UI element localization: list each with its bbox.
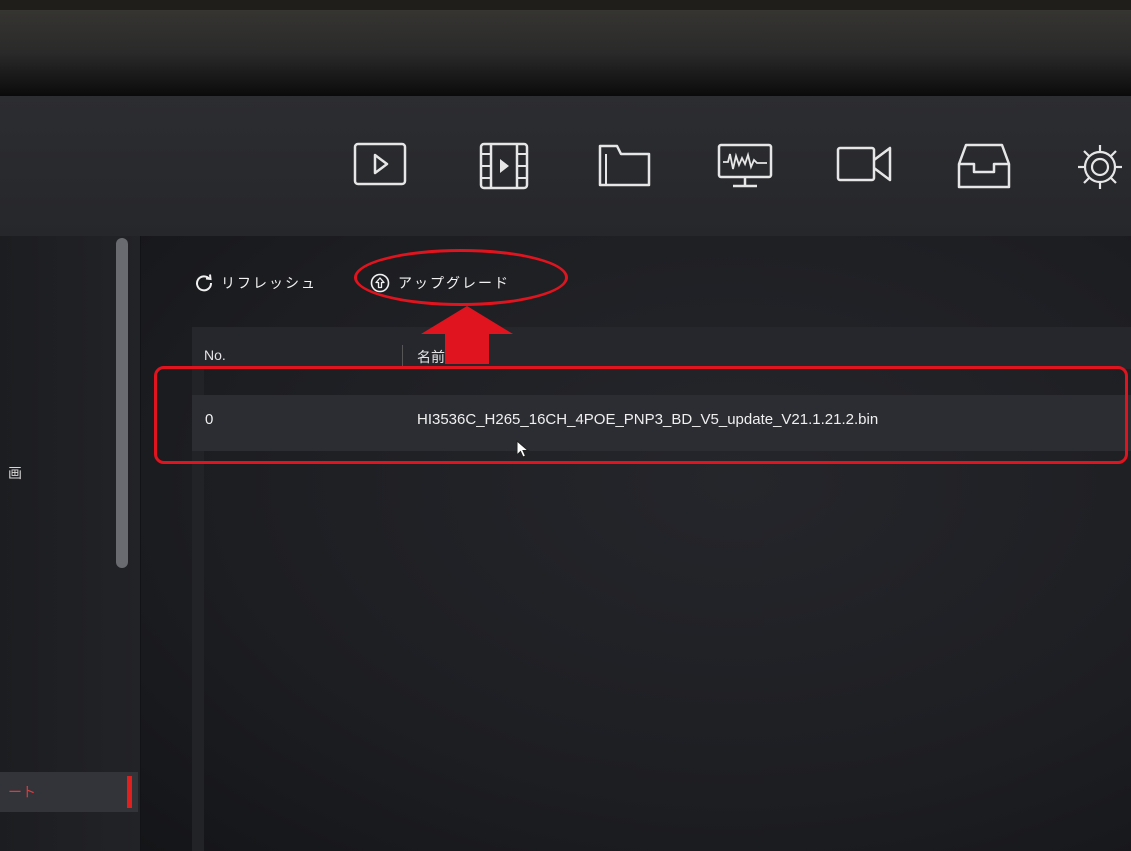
sidebar-item-active-label: ート [8, 784, 36, 800]
annotation-ellipse [354, 249, 568, 306]
folder-icon[interactable] [597, 142, 653, 188]
inbox-icon[interactable] [956, 142, 1012, 190]
annotation-rectangle [154, 366, 1128, 464]
bezel-edge [0, 0, 1131, 10]
playback-icon[interactable] [353, 142, 407, 186]
monitor-icon[interactable] [716, 142, 774, 190]
sidebar-item-active[interactable]: ート [0, 772, 138, 812]
annotation-up-arrow-icon [421, 306, 513, 364]
sidebar-item-partial[interactable]: 画 [8, 463, 22, 483]
gear-icon[interactable] [1074, 142, 1126, 192]
camera-icon[interactable] [836, 142, 894, 186]
active-indicator [127, 776, 132, 808]
mouse-cursor-icon [516, 440, 530, 458]
table-header: No. 名前 [192, 327, 1131, 369]
header-no: No. [204, 347, 226, 363]
sidebar-scrollbar[interactable] [116, 238, 128, 568]
refresh-icon [196, 274, 213, 292]
video-clip-icon[interactable] [478, 142, 532, 190]
refresh-button[interactable]: リフレッシュ [195, 268, 317, 298]
header-separator[interactable] [402, 345, 403, 367]
refresh-label: リフレッシュ [221, 275, 317, 291]
monitor-bezel [0, 0, 1131, 96]
